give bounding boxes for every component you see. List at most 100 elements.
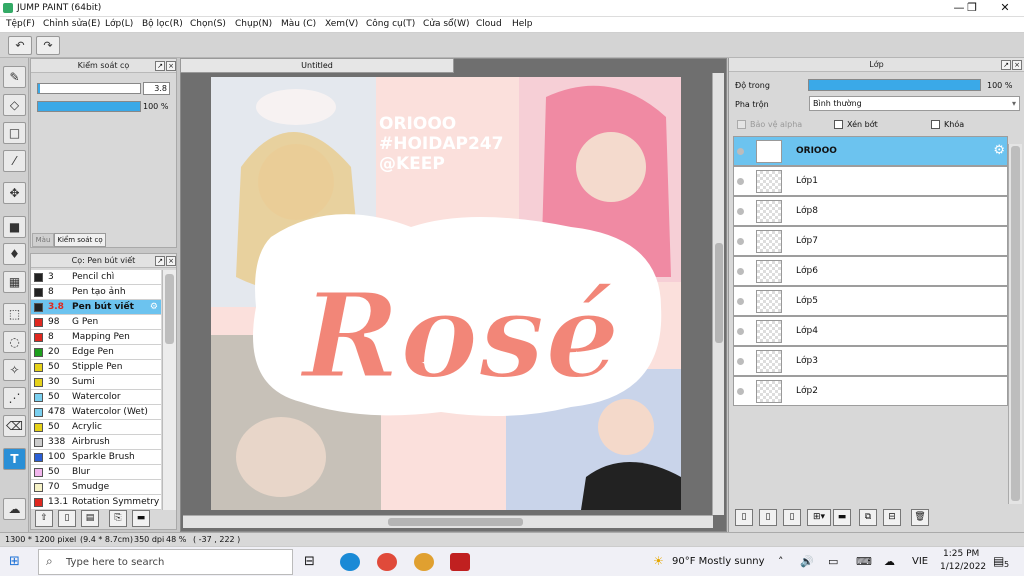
brush-tool-icon[interactable]: ⁄ (3, 150, 26, 172)
layer-folder-icon[interactable]: ▬ (833, 509, 851, 526)
brush-item[interactable]: 50 Stipple Pen (31, 360, 161, 375)
layer-opacity-slider[interactable] (808, 79, 981, 91)
cloud-tool-icon[interactable]: ☁ (3, 498, 26, 520)
select-eraser-icon[interactable]: ⌫ (3, 415, 26, 437)
canvas-vscroll[interactable] (712, 73, 724, 515)
visibility-icon[interactable] (737, 238, 744, 245)
canvas-hscroll[interactable] (183, 515, 713, 528)
onedrive-icon[interactable]: ☁ (884, 555, 895, 568)
menu-cloud[interactable]: Cloud (476, 19, 502, 29)
layer-row[interactable]: Lớp4 (733, 316, 1008, 346)
visibility-icon[interactable] (737, 178, 744, 185)
brush-item[interactable]: 50 Blur (31, 465, 161, 480)
keyboard-icon[interactable]: ⌨ (856, 555, 872, 568)
visibility-icon[interactable] (737, 358, 744, 365)
size-value[interactable]: 3.8 (143, 82, 170, 95)
new-raster-icon[interactable]: ▯ (759, 509, 777, 526)
windows-start-icon[interactable]: ⊞ (9, 554, 20, 569)
lasso-tool-icon[interactable]: ◌ (3, 331, 26, 353)
notification-icon[interactable]: ▤ (993, 554, 1004, 568)
hscroll-thumb[interactable] (388, 518, 523, 526)
visibility-icon[interactable] (737, 208, 744, 215)
brush-folder-icon[interactable]: ▬ (132, 510, 150, 527)
clock-date[interactable]: 1/12/2022 (940, 562, 986, 572)
tray-chevron-icon[interactable]: ˄ (778, 555, 784, 568)
language-indicator[interactable]: VIE (912, 556, 928, 567)
brush-list-scrollbar[interactable] (162, 270, 176, 510)
panel-undock-icon[interactable]: ↗ (155, 61, 165, 71)
brush-item[interactable]: 8 Mapping Pen (31, 330, 161, 345)
protect-alpha-checkbox[interactable] (737, 120, 746, 129)
panel-undock-icon[interactable]: ↗ (155, 256, 165, 266)
tab-brush-control[interactable]: Kiểm soát cọ (54, 233, 106, 247)
layer-scroll-thumb[interactable] (1011, 146, 1020, 501)
rect-tool-icon[interactable]: □ (3, 122, 26, 144)
new-vector-icon[interactable]: ▯ (783, 509, 801, 526)
move-tool-icon[interactable]: ✥ (3, 182, 26, 204)
layer-merge-icon[interactable]: ⊟ (883, 509, 901, 526)
layer-row[interactable]: ORIOOO ⚙ (733, 136, 1008, 166)
menu-edit[interactable]: Chỉnh sửa(E) (43, 19, 100, 29)
size-slider[interactable] (37, 83, 141, 94)
menu-color[interactable]: Màu (C) (281, 19, 316, 29)
volume-icon[interactable]: 🔊 (800, 555, 814, 568)
brush-item[interactable]: 70 Smudge (31, 480, 161, 495)
layer-add-menu-icon[interactable]: ⊞▾ (807, 509, 831, 526)
chrome-icon[interactable] (377, 553, 397, 571)
menu-view[interactable]: Xem(V) (325, 19, 358, 29)
brush-item[interactable]: 50 Watercolor (31, 390, 161, 405)
brush-menu-icon[interactable]: ▤ (81, 510, 99, 527)
panel-close-icon[interactable]: × (1012, 60, 1022, 70)
panel-undock-icon[interactable]: ↗ (1001, 60, 1011, 70)
menu-window[interactable]: Cửa sổ(W) (423, 19, 469, 29)
delete-layer-icon[interactable]: 🗑 (911, 509, 929, 526)
weather-text[interactable]: 90°F Mostly sunny (672, 556, 765, 567)
pen-tool-icon[interactable]: ✎ (3, 66, 26, 88)
brush-copy-icon[interactable]: ⎘ (109, 510, 127, 527)
gradient-tool-icon[interactable]: ▦ (3, 271, 26, 293)
brush-item[interactable]: 98 G Pen (31, 315, 161, 330)
menu-file[interactable]: Tệp(F) (6, 19, 35, 29)
network-icon[interactable]: ▭ (828, 555, 838, 568)
fill-rect-icon[interactable]: ■ (3, 216, 26, 238)
bucket-tool-icon[interactable]: ♦ (3, 243, 26, 265)
layer-settings-icon[interactable]: ⚙ (993, 143, 1005, 158)
maximize-button[interactable]: ❐ (957, 0, 987, 17)
chrome-profile-icon[interactable] (414, 553, 434, 571)
menu-tools[interactable]: Công cụ(T) (366, 19, 415, 29)
brush-item[interactable]: 30 Sumi (31, 375, 161, 390)
panel-close-icon[interactable]: × (166, 256, 176, 266)
brush-item[interactable]: 8 Pen tạo ảnh (31, 285, 161, 300)
layer-row[interactable]: Lớp1 (733, 166, 1008, 196)
opacity-slider[interactable] (37, 101, 141, 112)
layer-row[interactable]: Lớp3 (733, 346, 1008, 376)
undo-icon[interactable]: ↶ (8, 36, 32, 55)
lock-checkbox[interactable] (931, 120, 940, 129)
menu-select[interactable]: Chọn(S) (190, 19, 226, 29)
layer-row[interactable]: Lớp2 (733, 376, 1008, 406)
magic-wand-icon[interactable]: ✧ (3, 359, 26, 381)
layer-duplicate-icon[interactable]: ⧉ (859, 509, 877, 526)
menu-filter[interactable]: Bộ lọc(R) (142, 19, 183, 29)
artwork-canvas[interactable]: Rosé ORIOOO #HOIDAP247 @KEEP ✦ ✦ ✦ ✦ (211, 77, 681, 510)
select-rect-icon[interactable]: ⬚ (3, 303, 26, 325)
redo-icon[interactable]: ↷ (36, 36, 60, 55)
blend-mode-select[interactable]: Bình thường ▾ (809, 96, 1020, 111)
menu-layer[interactable]: Lớp(L) (105, 19, 133, 29)
visibility-icon[interactable] (737, 388, 744, 395)
brush-new-icon[interactable]: ▯ (58, 510, 76, 527)
layer-row[interactable]: Lớp7 (733, 226, 1008, 256)
tab-color[interactable]: Màu (32, 233, 54, 247)
vscroll-thumb[interactable] (715, 243, 723, 343)
brush-item[interactable]: 100 Sparkle Brush (31, 450, 161, 465)
search-input[interactable]: ⌕ Type here to search (38, 549, 293, 575)
visibility-icon[interactable] (737, 298, 744, 305)
scroll-thumb[interactable] (165, 274, 174, 344)
eraser-tool-icon[interactable]: ◇ (3, 94, 26, 116)
task-view-icon[interactable]: ⊟ (304, 554, 315, 569)
brush-item[interactable]: 13.1Rotation Symmetry Pe (31, 495, 161, 510)
panel-close-icon[interactable]: × (166, 61, 176, 71)
layer-list-scrollbar[interactable] (1008, 144, 1022, 504)
brush-item[interactable]: 338 Airbrush (31, 435, 161, 450)
layer-row[interactable]: Lớp5 (733, 286, 1008, 316)
